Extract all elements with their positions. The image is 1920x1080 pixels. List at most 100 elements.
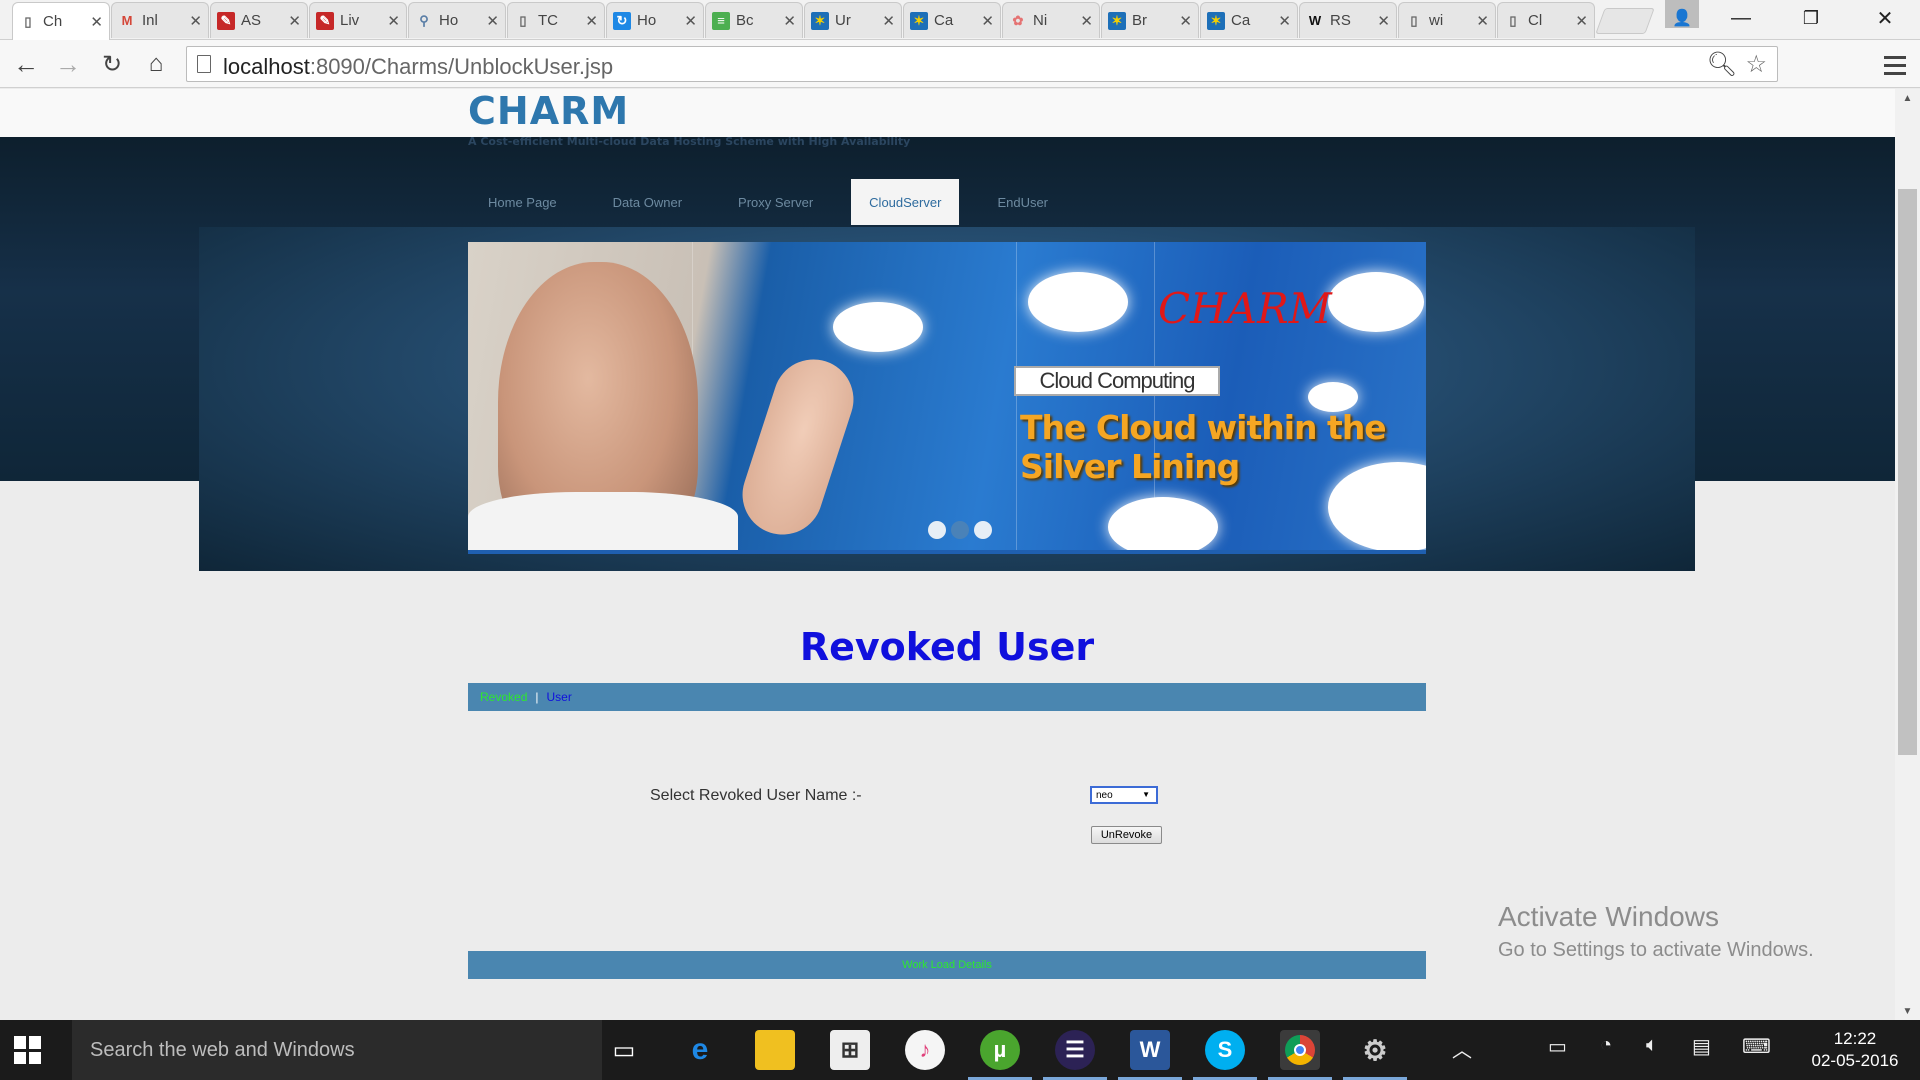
word-icon[interactable]: W [1118, 1030, 1182, 1080]
forward-button[interactable]: → [52, 48, 84, 80]
close-tab-icon[interactable]: ✕ [684, 12, 697, 30]
nav-item-enduser[interactable]: EndUser [979, 179, 1066, 225]
watermark-subtitle: Go to Settings to activate Windows. [1498, 939, 1814, 961]
edge-icon[interactable]: e [680, 1030, 720, 1070]
unrevoke-button[interactable]: UnRevoke [1091, 826, 1162, 844]
reload-button[interactable]: ↻ [96, 48, 128, 80]
site-logo[interactable]: CHARM [468, 89, 629, 133]
close-tab-icon[interactable]: ✕ [1080, 12, 1093, 30]
browser-tab[interactable]: ✶ Ur ✕ [804, 2, 902, 38]
bookmark-star-icon[interactable]: ☆ [1745, 50, 1767, 79]
tab-title: Ni [1033, 12, 1048, 29]
workload-details-link[interactable]: Work Load Details [902, 959, 992, 971]
battery-icon[interactable]: ▭ [1548, 1034, 1567, 1059]
browser-tab[interactable]: ✎ Liv ✕ [309, 2, 407, 38]
itunes-icon[interactable]: ♪ [905, 1030, 945, 1070]
close-tab-icon[interactable]: ✕ [783, 12, 796, 30]
browser-tab[interactable]: ↻ Ho ✕ [606, 2, 704, 38]
browser-tab[interactable]: M Inl ✕ [111, 2, 209, 38]
chrome-icon[interactable] [1268, 1030, 1332, 1080]
close-tab-icon[interactable]: ✕ [288, 12, 301, 30]
settings-gear-icon[interactable]: ⚙ [1343, 1030, 1407, 1080]
tab-title: Ho [439, 12, 459, 29]
page-scrollbar[interactable]: ▲ ▼ [1895, 89, 1920, 1020]
close-tab-icon[interactable]: ✕ [90, 13, 103, 31]
browser-tab[interactable]: ✿ Ni ✕ [1002, 2, 1100, 38]
site-icon: ✶ [1108, 11, 1126, 30]
close-tab-icon[interactable]: ✕ [1575, 12, 1588, 30]
close-tab-icon[interactable]: ✕ [1476, 12, 1489, 30]
taskbar-clock[interactable]: 12:22 02-05-2016 [1800, 1028, 1910, 1072]
browser-tab[interactable]: ▯ Cl ✕ [1497, 2, 1595, 38]
flower-icon: ✿ [1012, 12, 1024, 28]
utorrent-icon[interactable]: µ [968, 1030, 1032, 1080]
browser-tab[interactable]: ▯ wi ✕ [1398, 2, 1496, 38]
url-text[interactable]: localhost:8090/Charms/UnblockUser.jsp [223, 54, 613, 80]
browser-tab[interactable]: ✎ AS ✕ [210, 2, 308, 38]
subnav-user-link[interactable]: User [547, 690, 572, 704]
site-nav: Home Page Data Owner Proxy Server CloudServ… [470, 179, 1086, 225]
close-tab-icon[interactable]: ✕ [1377, 12, 1390, 30]
nav-item-home-page[interactable]: Home Page [470, 179, 575, 225]
site-tagline: A Cost-efficient Multi-cloud Data Hostin… [468, 135, 911, 148]
browser-tab[interactable]: ✶ Ca ✕ [903, 2, 1001, 38]
slide-dot[interactable] [928, 521, 946, 539]
close-tab-icon[interactable]: ✕ [1179, 12, 1192, 30]
taskbar-search[interactable]: Search the web and Windows [72, 1020, 602, 1080]
store-icon[interactable]: ⊞ [830, 1030, 870, 1070]
close-tab-icon[interactable]: ✕ [1278, 12, 1291, 30]
file-explorer-icon[interactable] [755, 1030, 795, 1070]
person-icon: 👤 [1672, 10, 1692, 27]
browser-tab[interactable]: ✶ Ca ✕ [1200, 2, 1298, 38]
slide-dot[interactable] [974, 521, 992, 539]
scroll-thumb[interactable] [1898, 189, 1917, 755]
back-button[interactable]: ← [10, 48, 42, 80]
zoom-icon[interactable]: 🔍︎ [1707, 50, 1737, 79]
new-tab-button[interactable] [1595, 8, 1655, 34]
browser-tab[interactable]: ▯ TC ✕ [507, 2, 605, 38]
close-window-button[interactable]: ✕ [1860, 2, 1910, 34]
browser-menu-button[interactable] [1880, 50, 1910, 80]
close-tab-icon[interactable]: ✕ [189, 12, 202, 30]
scroll-up-icon[interactable]: ▲ [1895, 89, 1920, 107]
clock-time: 12:22 [1833, 1029, 1877, 1048]
slide-dot[interactable] [951, 521, 969, 539]
wifi-icon[interactable]: ◔ [1600, 1034, 1612, 1057]
browser-tab[interactable]: ≡ Bc ✕ [705, 2, 803, 38]
skype-icon[interactable]: S [1193, 1030, 1257, 1080]
scroll-down-icon[interactable]: ▼ [1895, 1002, 1920, 1020]
browser-toolbar: ← → ↻ ⌂ localhost:8090/Charms/UnblockUse… [0, 40, 1920, 88]
refresh-bird-icon: ↻ [613, 11, 631, 30]
close-tab-icon[interactable]: ✕ [981, 12, 994, 30]
nav-item-cloudserver[interactable]: CloudServer [851, 179, 960, 225]
eclipse-icon[interactable]: ☰ [1043, 1030, 1107, 1080]
close-tab-icon[interactable]: ✕ [585, 12, 598, 30]
arrow-left-icon: ← [13, 48, 39, 79]
profile-button[interactable]: 👤 [1665, 0, 1699, 28]
keyboard-icon[interactable]: ⌨ [1742, 1034, 1771, 1059]
start-button[interactable] [14, 1036, 42, 1064]
task-view-icon[interactable]: ▭ [604, 1030, 644, 1070]
tray-chevron-up-icon[interactable]: ︿ [1452, 1034, 1472, 1063]
site-icon: ✶ [811, 11, 829, 30]
address-bar[interactable]: localhost:8090/Charms/UnblockUser.jsp 🔍︎… [186, 46, 1778, 82]
nav-item-data-owner[interactable]: Data Owner [595, 179, 700, 225]
close-tab-icon[interactable]: ✕ [387, 12, 400, 30]
browser-tab[interactable]: ✶ Br ✕ [1101, 2, 1199, 38]
restore-button[interactable]: ❐ [1786, 2, 1836, 34]
minimize-button[interactable]: — [1716, 2, 1766, 34]
tab-title: Ca [934, 12, 954, 29]
revoked-user-select[interactable]: neo ▼ [1090, 786, 1158, 804]
browser-tab[interactable]: W RS ✕ [1299, 2, 1397, 38]
close-tab-icon[interactable]: ✕ [486, 12, 499, 30]
subnav-revoked-link[interactable]: Revoked [480, 690, 527, 704]
close-tab-icon[interactable]: ✕ [882, 12, 895, 30]
nav-item-proxy-server[interactable]: Proxy Server [720, 179, 831, 225]
browser-tab[interactable]: ⚲ Ho ✕ [408, 2, 506, 38]
action-center-icon[interactable]: ▤ [1692, 1034, 1711, 1059]
close-icon: ✕ [1876, 7, 1894, 30]
home-button[interactable]: ⌂ [140, 48, 172, 80]
volume-icon[interactable]: 🔈︎ [1646, 1034, 1658, 1057]
banner-slide: CHARM Cloud Computing The Cloud within t… [468, 242, 1426, 554]
browser-tab[interactable]: ▯ Ch ✕ [12, 2, 110, 40]
